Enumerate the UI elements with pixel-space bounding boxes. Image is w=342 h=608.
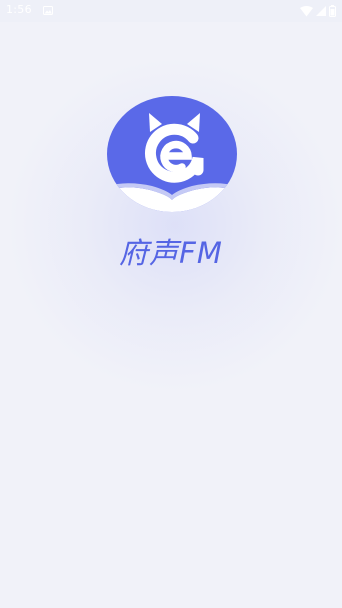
gallery-icon bbox=[43, 6, 53, 15]
wifi-icon bbox=[300, 5, 313, 16]
cell-signal-icon bbox=[316, 6, 326, 16]
status-bar: 1:56 bbox=[0, 0, 342, 22]
battery-icon bbox=[329, 5, 336, 17]
status-icons bbox=[300, 4, 336, 18]
status-time: 1:56 bbox=[6, 3, 32, 16]
splash-screen: 1:56 府声FM bbox=[0, 0, 342, 608]
app-name: 府声FM bbox=[119, 236, 223, 270]
cat-logo-icon bbox=[107, 96, 237, 212]
